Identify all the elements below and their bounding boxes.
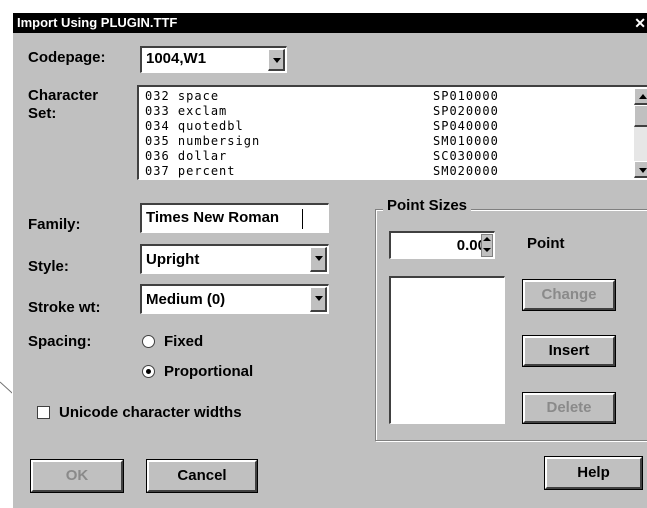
point-sizes-title: Point Sizes — [383, 197, 472, 214]
family-field[interactable]: Times New Roman — [140, 203, 329, 233]
style-value: Upright — [146, 251, 200, 268]
character-set-list[interactable]: 032 space SP010000 033 exclam SP020000 034… — [137, 85, 647, 180]
codepage-label: Codepage: — [28, 49, 106, 66]
character-set-label-line2: Set: — [28, 105, 57, 122]
help-button[interactable]: Help — [544, 456, 643, 490]
delete-button[interactable]: Delete — [522, 392, 616, 424]
import-dialog: Import Using PLUGIN.TTF ✕ Codepage: 1004… — [12, 12, 647, 508]
list-item[interactable]: 033 exclam SP020000 — [145, 104, 498, 118]
scroll-thumb[interactable] — [634, 105, 647, 127]
unicode-widths-label[interactable]: Unicode character widths — [59, 404, 242, 421]
radio-fixed[interactable] — [142, 335, 155, 348]
point-sizes-list[interactable] — [389, 276, 505, 424]
title-bar: Import Using PLUGIN.TTF ✕ — [13, 13, 647, 33]
change-button[interactable]: Change — [522, 279, 616, 311]
family-label: Family: — [28, 216, 81, 233]
scroll-up-icon[interactable] — [634, 88, 647, 105]
list-item[interactable]: 035 numbersign SM010000 — [145, 134, 498, 148]
list-item[interactable]: 032 space SP010000 — [145, 89, 498, 103]
chevron-down-icon[interactable] — [310, 287, 327, 312]
insert-button[interactable]: Insert — [522, 335, 616, 367]
point-size-spinner[interactable] — [481, 234, 493, 257]
list-item[interactable]: 034 quotedbl SP040000 — [145, 119, 498, 133]
spin-up-icon[interactable] — [482, 235, 492, 245]
spin-down-icon[interactable] — [482, 245, 492, 255]
unicode-widths-checkbox[interactable] — [37, 406, 50, 419]
close-icon[interactable]: ✕ — [634, 13, 646, 33]
list-item[interactable]: 036 dollar SC030000 — [145, 149, 498, 163]
scroll-down-icon[interactable] — [634, 161, 647, 178]
stroke-weight-label: Stroke wt: — [28, 299, 101, 316]
codepage-value: 1004,W1 — [146, 50, 207, 67]
style-label: Style: — [28, 258, 69, 275]
radio-fixed-label[interactable]: Fixed — [164, 333, 203, 350]
codepage-select[interactable]: 1004,W1 — [140, 46, 287, 73]
character-set-label-line1: Character — [28, 87, 99, 104]
chevron-down-icon[interactable] — [268, 49, 285, 71]
cancel-button[interactable]: Cancel — [146, 459, 258, 493]
ok-button[interactable]: OK — [30, 459, 124, 493]
list-scrollbar[interactable] — [634, 88, 647, 178]
radio-proportional-label[interactable]: Proportional — [164, 363, 253, 380]
family-value: Times New Roman — [146, 209, 280, 226]
style-select[interactable]: Upright — [140, 244, 329, 274]
stroke-weight-value: Medium (0) — [146, 291, 226, 308]
dialog-title: Import Using PLUGIN.TTF — [17, 15, 178, 30]
point-size-field[interactable]: 0.00 — [389, 231, 495, 259]
text-caret — [302, 209, 303, 229]
stroke-weight-select[interactable]: Medium (0) — [140, 284, 329, 314]
spacing-label: Spacing: — [28, 333, 92, 350]
radio-proportional[interactable] — [142, 365, 155, 378]
point-unit-label: Point — [527, 235, 565, 252]
list-item[interactable]: 037 percent SM020000 — [145, 164, 498, 178]
chevron-down-icon[interactable] — [310, 247, 327, 272]
